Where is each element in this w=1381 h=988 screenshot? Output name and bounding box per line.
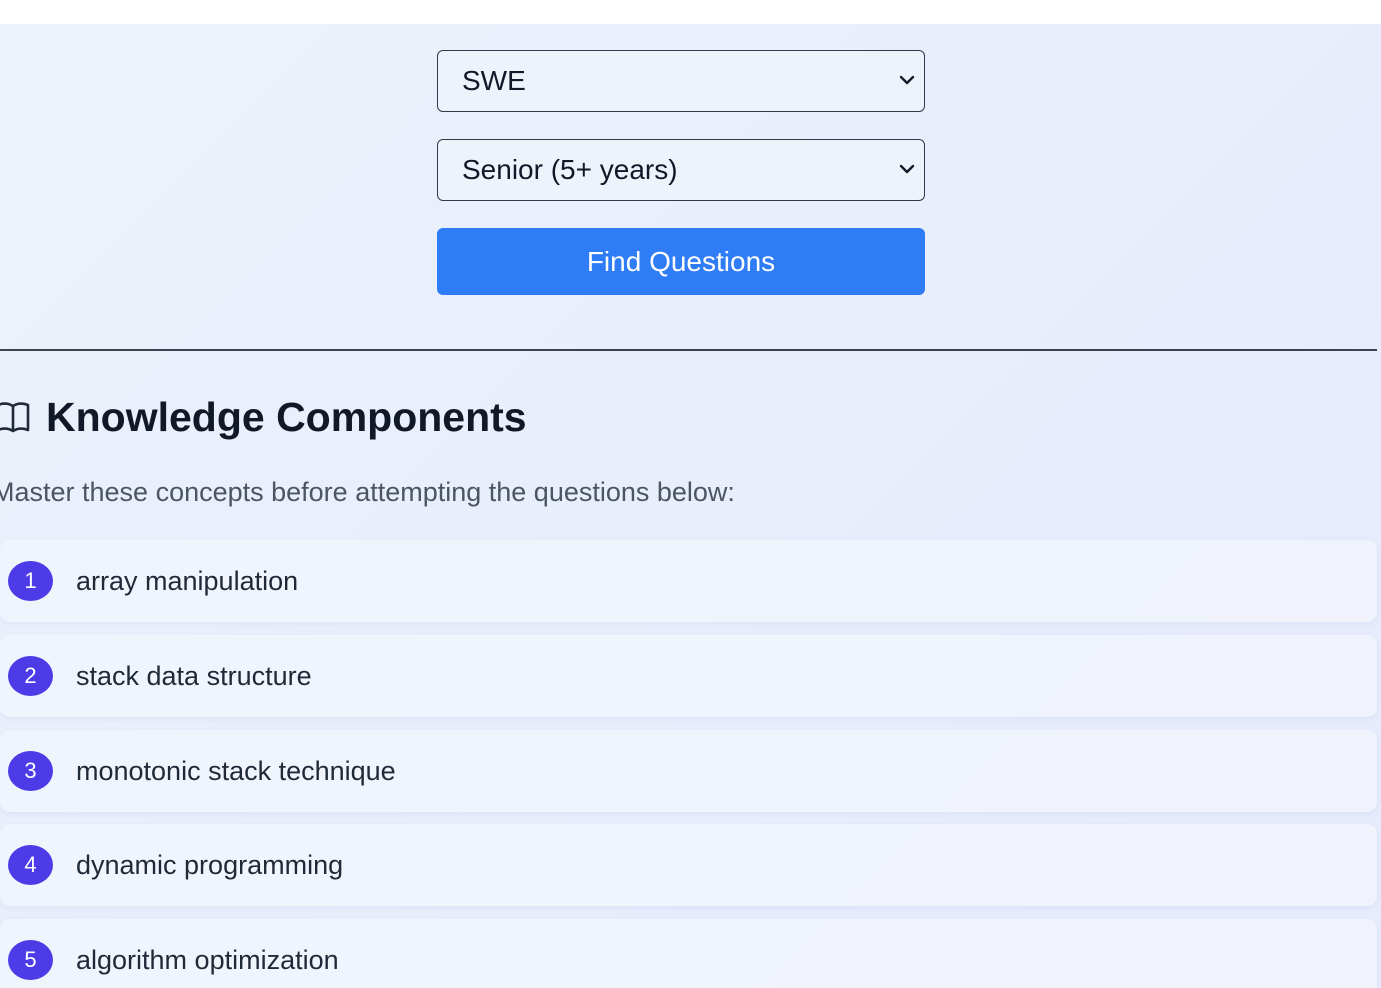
experience-level-value: Senior (5+ years) [462,154,678,185]
section-title: Knowledge Components [46,393,527,440]
item-number-badge: 4 [8,845,53,886]
item-label: dynamic programming [76,850,344,881]
list-item: 4 dynamic programming [0,824,1377,907]
book-icon [0,402,30,433]
list-item: 2 stack data structure [0,634,1377,717]
knowledge-components-header: Knowledge Components [0,392,527,442]
role-select-value: SWE [462,65,526,96]
list-item: 1 array manipulation [0,540,1377,622]
question-filter-form: SWE Senior (5+ years) Find Questions [437,50,925,295]
find-questions-button[interactable]: Find Questions [437,228,925,295]
role-select[interactable]: SWE [437,50,925,112]
item-label: array manipulation [76,566,299,596]
list-item: 5 algorithm optimization [0,919,1377,988]
chevron-down-icon [899,75,915,85]
section-subtitle: Master these concepts before attempting … [0,477,735,507]
section-divider [0,349,1377,351]
item-number-badge: 1 [8,561,53,601]
item-label: stack data structure [76,660,312,691]
item-label: monotonic stack technique [76,755,396,786]
page-content: SWE Senior (5+ years) Find Questions Kno… [0,24,1381,988]
list-item: 3 monotonic stack technique [0,729,1377,812]
item-number-badge: 5 [8,940,53,981]
chevron-down-icon [899,164,915,174]
knowledge-components-list: 1 array manipulation 2 stack data struct… [0,540,1377,988]
item-label: algorithm optimization [76,945,339,976]
item-number-badge: 2 [8,655,53,696]
item-number-badge: 3 [8,750,53,791]
experience-level-select[interactable]: Senior (5+ years) [437,139,925,201]
